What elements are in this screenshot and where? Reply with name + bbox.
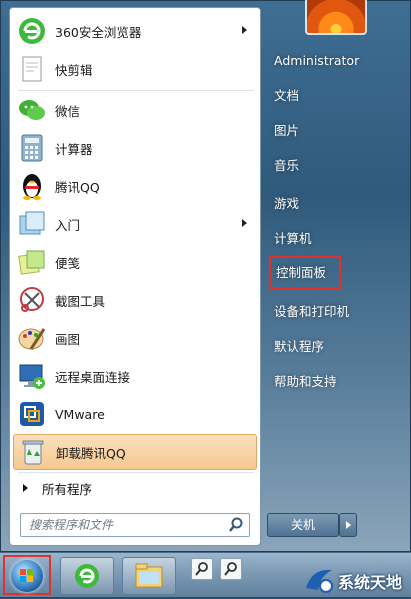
video-editor-icon (17, 54, 47, 84)
places-item-documents[interactable]: 文档 (269, 84, 369, 108)
programs-pane: 360安全浏览器 快剪辑 微信 计算器 腾讯QQ 入门 便笺 截图工具 画图 远… (9, 7, 261, 546)
places-item-default-programs[interactable]: 默认程序 (269, 335, 369, 359)
program-label: 卸载腾讯QQ (56, 445, 126, 461)
program-kuaijianji[interactable]: 快剪辑 (13, 51, 257, 87)
program-paint[interactable]: 画图 (13, 320, 257, 356)
chevron-right-icon[interactable] (242, 26, 247, 34)
program-vmware[interactable]: VMware (13, 396, 257, 432)
calculator-icon (17, 133, 47, 163)
getting-started-icon (17, 209, 47, 239)
wechat-icon (17, 95, 47, 125)
program-label: 远程桌面连接 (55, 369, 131, 385)
sticky-notes-icon (17, 247, 47, 277)
places-item-devices-printers[interactable]: 设备和打印机 (269, 300, 369, 324)
search-input[interactable] (21, 515, 227, 535)
site-watermark: 系统天地 (302, 564, 411, 596)
chevron-right-icon[interactable] (242, 219, 247, 227)
program-remote-desktop[interactable]: 远程桌面连接 (13, 358, 257, 394)
shutdown-button[interactable]: 关机 (267, 513, 339, 537)
taskbar-search-button-1[interactable] (191, 558, 213, 580)
start-menu: 360安全浏览器 快剪辑 微信 计算器 腾讯QQ 入门 便笺 截图工具 画图 远… (0, 0, 411, 552)
search-box[interactable] (20, 513, 250, 537)
remote-desktop-icon (17, 361, 47, 391)
search-icon (224, 562, 237, 576)
program-qq[interactable]: 腾讯QQ (13, 168, 257, 204)
places-item-control-panel[interactable]: 控制面板 (269, 256, 341, 290)
program-label: VMware (55, 406, 105, 422)
program-wechat[interactable]: 微信 (13, 92, 257, 128)
places-item-computer[interactable]: 计算机 (269, 227, 369, 251)
program-label: 便笺 (55, 255, 81, 271)
places-pane: Administrator 文档 图片 音乐 游戏 计算机 控制面板 设备和打印… (263, 0, 411, 553)
search-icon[interactable] (227, 516, 245, 534)
places-item-music[interactable]: 音乐 (269, 154, 369, 178)
search-icon (195, 562, 208, 576)
vmware-icon (17, 399, 47, 429)
user-avatar[interactable] (305, 0, 367, 35)
program-label: 快剪辑 (55, 62, 93, 78)
watermark-logo-icon (306, 569, 333, 593)
qq-penguin-icon (17, 171, 47, 201)
program-label: 计算器 (55, 141, 93, 157)
program-label: 入门 (55, 217, 81, 233)
taskbar-search-button-2[interactable] (220, 558, 242, 580)
watermark-text: 系统天地 (338, 573, 403, 592)
divider (18, 472, 254, 473)
program-snipping-tool[interactable]: 截图工具 (13, 282, 257, 318)
places-item-help-support[interactable]: 帮助和支持 (269, 370, 369, 394)
all-programs[interactable]: 所有程序 (13, 474, 257, 502)
program-getting-started[interactable]: 入门 (13, 206, 257, 242)
taskbar-ie-browser[interactable] (60, 557, 114, 595)
program-label: 360安全浏览器 (55, 24, 142, 40)
snipping-tool-icon (17, 285, 47, 315)
recycle-bin-icon (18, 437, 48, 467)
program-label: 画图 (55, 331, 81, 347)
program-uninstall-qq[interactable]: 卸载腾讯QQ (13, 434, 257, 470)
shutdown-options-arrow[interactable] (339, 513, 357, 537)
browser-e-icon (75, 564, 99, 588)
program-label: 截图工具 (55, 293, 106, 309)
user-name[interactable]: Administrator (269, 49, 369, 73)
triangle-right-icon (23, 484, 28, 492)
folder-icon (135, 563, 163, 588)
program-360-browser[interactable]: 360安全浏览器 (13, 13, 257, 49)
all-programs-label: 所有程序 (42, 481, 93, 497)
places-item-pictures[interactable]: 图片 (269, 119, 369, 143)
program-label: 腾讯QQ (55, 179, 100, 195)
taskbar-file-explorer[interactable] (122, 557, 176, 595)
divider (18, 90, 254, 91)
program-label: 微信 (55, 103, 81, 119)
program-calculator[interactable]: 计算器 (13, 130, 257, 166)
paint-icon (17, 323, 47, 353)
places-item-games[interactable]: 游戏 (269, 192, 369, 216)
program-sticky-notes[interactable]: 便笺 (13, 244, 257, 280)
windows-logo-icon (11, 560, 43, 592)
start-button[interactable] (3, 555, 51, 595)
360-browser-icon (17, 16, 47, 46)
